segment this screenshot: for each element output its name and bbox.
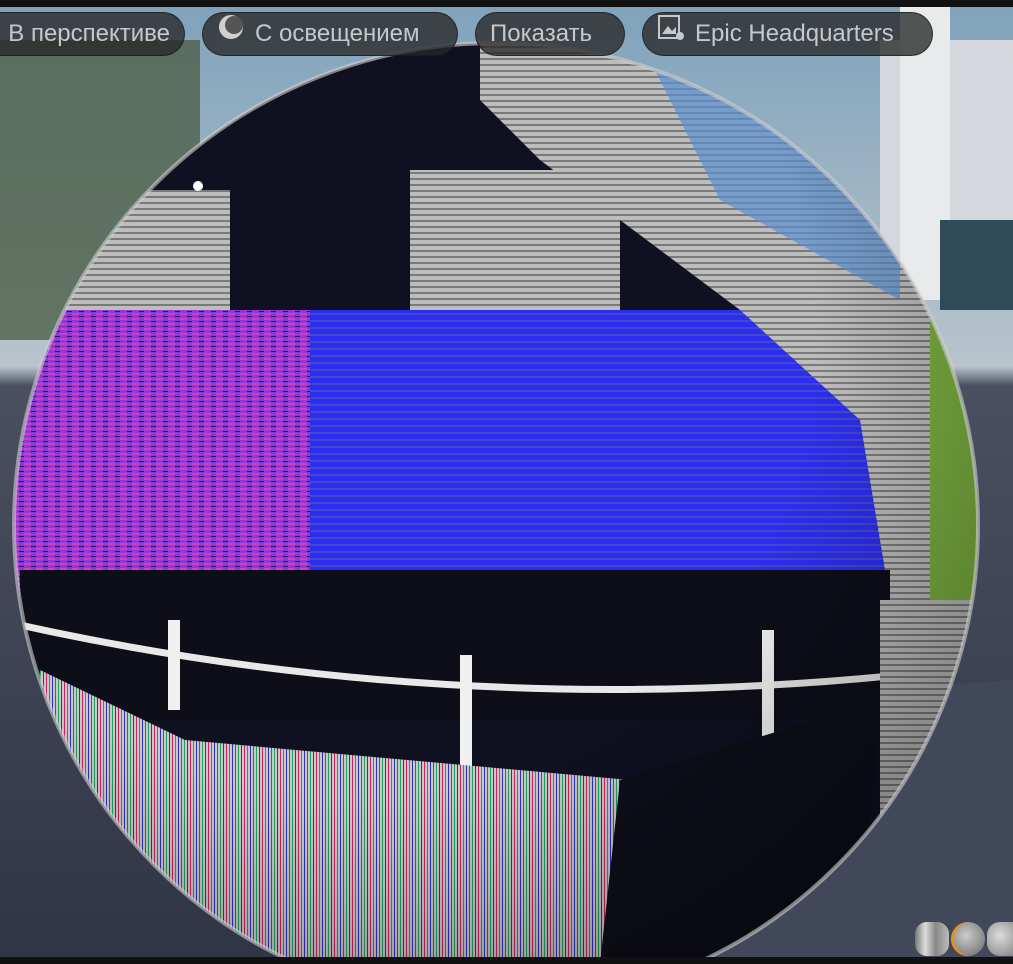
environment-label: Epic Headquarters	[695, 20, 894, 47]
viewport-top-border	[0, 0, 1013, 7]
viewport-bottom-border	[0, 957, 1013, 964]
preview-shape-selector	[915, 922, 1013, 956]
show-menu-button[interactable]: Показать	[475, 12, 625, 56]
environment-image-icon	[657, 12, 685, 56]
lighting-mode-button[interactable]: С освещением	[202, 12, 458, 56]
lit-sphere-icon	[217, 12, 245, 56]
plane-preview-icon[interactable]	[987, 922, 1013, 956]
lighting-mode-label: С освещением	[255, 20, 420, 47]
sphere-preview-icon[interactable]	[951, 922, 985, 956]
material-preview-viewport[interactable]	[0, 0, 1013, 964]
viewport-toolbar: В перспективе С освещением Показать Epic…	[0, 12, 1013, 58]
show-menu-label: Показать	[490, 20, 593, 47]
view-mode-label: В перспективе	[8, 20, 170, 47]
view-mode-button[interactable]: В перспективе	[0, 12, 185, 56]
environment-button[interactable]: Epic Headquarters	[642, 12, 933, 56]
cylinder-preview-icon[interactable]	[915, 922, 949, 956]
